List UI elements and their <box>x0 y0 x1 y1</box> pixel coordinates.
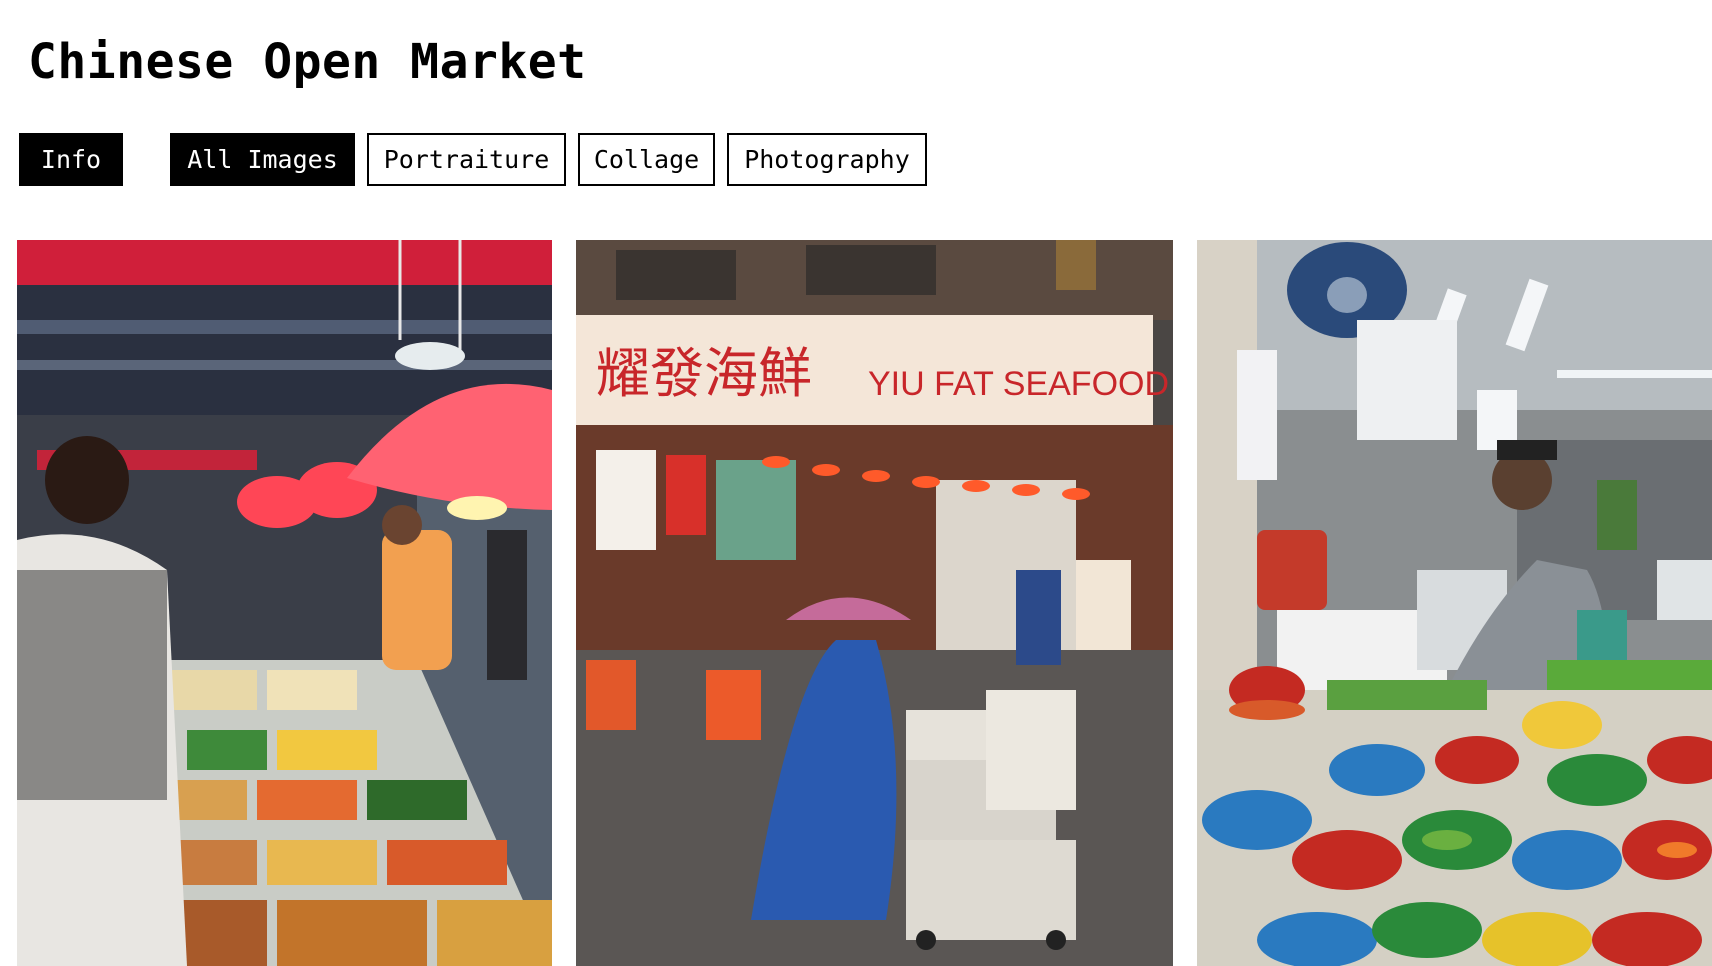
filter-portraiture[interactable]: Portraiture <box>367 133 566 186</box>
info-button[interactable]: Info <box>19 133 123 186</box>
gallery-photo-seafood-storefront[interactable]: 耀發海鮮 YIU FAT SEAFOOD <box>576 240 1173 966</box>
gallery-photo-vegetable-vendor[interactable] <box>1197 240 1712 966</box>
photo-seafood-storefront-image: 耀發海鮮 YIU FAT SEAFOOD <box>576 240 1173 966</box>
sign-chinese-text: 耀發海鮮 <box>596 342 812 405</box>
sign-english-text: YIU FAT SEAFOOD <box>868 365 1169 403</box>
photo-market-stall-image <box>17 240 552 966</box>
page-title: Chinese Open Market <box>28 34 587 90</box>
filter-collage[interactable]: Collage <box>578 133 715 186</box>
filter-all-images[interactable]: All Images <box>170 133 355 186</box>
gallery-photo-market-stall[interactable] <box>17 240 552 966</box>
photo-vegetable-vendor-image <box>1197 240 1712 966</box>
filter-photography[interactable]: Photography <box>727 133 927 186</box>
